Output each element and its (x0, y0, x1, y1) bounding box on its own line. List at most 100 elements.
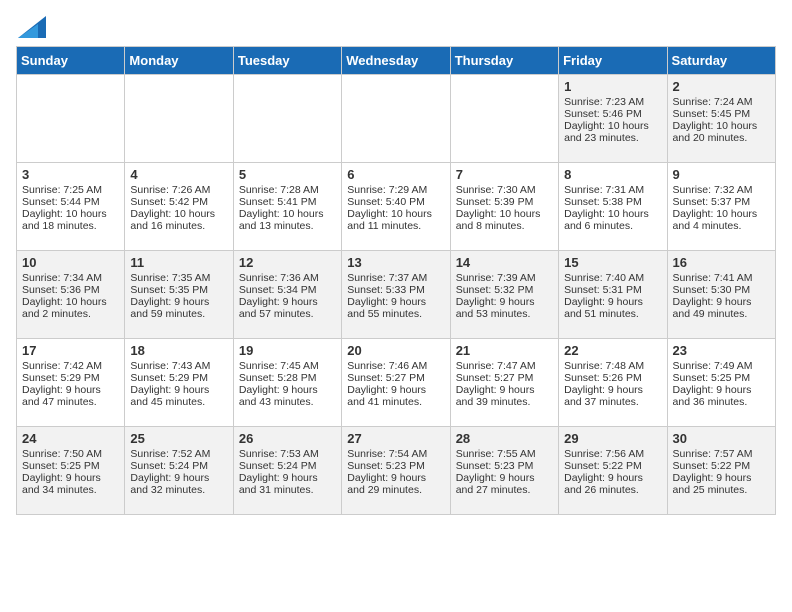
day-number: 29 (564, 431, 661, 446)
sunrise-text: Sunrise: 7:36 AM (239, 272, 336, 284)
calendar-cell: 26Sunrise: 7:53 AMSunset: 5:24 PMDayligh… (233, 427, 341, 515)
calendar-cell: 29Sunrise: 7:56 AMSunset: 5:22 PMDayligh… (559, 427, 667, 515)
calendar-cell: 28Sunrise: 7:55 AMSunset: 5:23 PMDayligh… (450, 427, 558, 515)
calendar-cell: 20Sunrise: 7:46 AMSunset: 5:27 PMDayligh… (342, 339, 450, 427)
sunrise-text: Sunrise: 7:25 AM (22, 184, 119, 196)
sunset-text: Sunset: 5:42 PM (130, 196, 227, 208)
logo (16, 16, 46, 34)
day-number: 26 (239, 431, 336, 446)
sunrise-text: Sunrise: 7:35 AM (130, 272, 227, 284)
calendar-cell: 22Sunrise: 7:48 AMSunset: 5:26 PMDayligh… (559, 339, 667, 427)
calendar-cell: 25Sunrise: 7:52 AMSunset: 5:24 PMDayligh… (125, 427, 233, 515)
sunrise-text: Sunrise: 7:23 AM (564, 96, 661, 108)
daylight-text: Daylight: 9 hours and 43 minutes. (239, 384, 336, 408)
calendar-cell (125, 75, 233, 163)
sunrise-text: Sunrise: 7:30 AM (456, 184, 553, 196)
day-number: 1 (564, 79, 661, 94)
daylight-text: Daylight: 9 hours and 34 minutes. (22, 472, 119, 496)
daylight-text: Daylight: 9 hours and 32 minutes. (130, 472, 227, 496)
sunrise-text: Sunrise: 7:52 AM (130, 448, 227, 460)
day-header-tuesday: Tuesday (233, 47, 341, 75)
day-number: 27 (347, 431, 444, 446)
calendar-cell: 24Sunrise: 7:50 AMSunset: 5:25 PMDayligh… (17, 427, 125, 515)
day-number: 23 (673, 343, 770, 358)
calendar-week-row: 17Sunrise: 7:42 AMSunset: 5:29 PMDayligh… (17, 339, 776, 427)
daylight-text: Daylight: 9 hours and 29 minutes. (347, 472, 444, 496)
calendar-cell: 13Sunrise: 7:37 AMSunset: 5:33 PMDayligh… (342, 251, 450, 339)
day-header-monday: Monday (125, 47, 233, 75)
calendar-cell: 5Sunrise: 7:28 AMSunset: 5:41 PMDaylight… (233, 163, 341, 251)
calendar-cell: 18Sunrise: 7:43 AMSunset: 5:29 PMDayligh… (125, 339, 233, 427)
day-header-saturday: Saturday (667, 47, 775, 75)
page-header (16, 16, 776, 34)
calendar-cell: 19Sunrise: 7:45 AMSunset: 5:28 PMDayligh… (233, 339, 341, 427)
calendar-cell: 14Sunrise: 7:39 AMSunset: 5:32 PMDayligh… (450, 251, 558, 339)
sunset-text: Sunset: 5:30 PM (673, 284, 770, 296)
calendar-cell: 3 Sunrise: 7:25 AMSunset: 5:44 PMDaylight… (17, 163, 125, 251)
sunrise-text: Sunrise: 7:57 AM (673, 448, 770, 460)
calendar-cell: 27Sunrise: 7:54 AMSunset: 5:23 PMDayligh… (342, 427, 450, 515)
calendar-table: SundayMondayTuesdayWednesdayThursdayFrid… (16, 46, 776, 515)
daylight-text: Daylight: 9 hours and 51 minutes. (564, 296, 661, 320)
sunset-text: Sunset: 5:46 PM (564, 108, 661, 120)
daylight-text: Daylight: 10 hours and 2 minutes. (22, 296, 119, 320)
day-header-sunday: Sunday (17, 47, 125, 75)
calendar-cell: 6Sunrise: 7:29 AMSunset: 5:40 PMDaylight… (342, 163, 450, 251)
day-number: 14 (456, 255, 553, 270)
calendar-cell: 21Sunrise: 7:47 AMSunset: 5:27 PMDayligh… (450, 339, 558, 427)
calendar-header-row: SundayMondayTuesdayWednesdayThursdayFrid… (17, 47, 776, 75)
day-number: 8 (564, 167, 661, 182)
calendar-cell: 2Sunrise: 7:24 AMSunset: 5:45 PMDaylight… (667, 75, 775, 163)
sunset-text: Sunset: 5:36 PM (22, 284, 119, 296)
sunset-text: Sunset: 5:27 PM (347, 372, 444, 384)
sunset-text: Sunset: 5:22 PM (564, 460, 661, 472)
daylight-text: Daylight: 9 hours and 36 minutes. (673, 384, 770, 408)
calendar-cell: 1Sunrise: 7:23 AMSunset: 5:46 PMDaylight… (559, 75, 667, 163)
day-header-friday: Friday (559, 47, 667, 75)
day-number: 21 (456, 343, 553, 358)
calendar-cell: 4Sunrise: 7:26 AMSunset: 5:42 PMDaylight… (125, 163, 233, 251)
day-number: 28 (456, 431, 553, 446)
calendar-week-row: 3Sunrise: 7:25 AMSunset: 5:44 PMDaylight… (17, 163, 776, 251)
day-number: 11 (130, 255, 227, 270)
day-number: 5 (239, 167, 336, 182)
daylight-text: Daylight: 9 hours and 25 minutes. (673, 472, 770, 496)
day-number: 25 (130, 431, 227, 446)
sunrise-text: Sunrise: 7:31 AM (564, 184, 661, 196)
daylight-text: Daylight: 9 hours and 55 minutes. (347, 296, 444, 320)
sunset-text: Sunset: 5:29 PM (22, 372, 119, 384)
sunset-text: Sunset: 5:45 PM (673, 108, 770, 120)
calendar-cell: 8Sunrise: 7:31 AMSunset: 5:38 PMDaylight… (559, 163, 667, 251)
sunset-text: Sunset: 5:22 PM (673, 460, 770, 472)
sunrise-text: Sunrise: 7:54 AM (347, 448, 444, 460)
day-number: 12 (239, 255, 336, 270)
sunrise-text: Sunrise: 7:49 AM (673, 360, 770, 372)
sunrise-text: Sunrise: 7:55 AM (456, 448, 553, 460)
sunrise-text: Sunrise: 7:50 AM (22, 448, 119, 460)
day-number: 24 (22, 431, 119, 446)
sunset-text: Sunset: 5:38 PM (564, 196, 661, 208)
daylight-text: Daylight: 9 hours and 27 minutes. (456, 472, 553, 496)
sunrise-text: Sunrise: 7:34 AM (22, 272, 119, 284)
sunrise-text: Sunrise: 7:32 AM (673, 184, 770, 196)
calendar-cell: 11Sunrise: 7:35 AMSunset: 5:35 PMDayligh… (125, 251, 233, 339)
logo-icon (18, 16, 46, 38)
daylight-text: Daylight: 9 hours and 59 minutes. (130, 296, 227, 320)
day-number: 7 (456, 167, 553, 182)
sunset-text: Sunset: 5:31 PM (564, 284, 661, 296)
sunrise-text: Sunrise: 7:26 AM (130, 184, 227, 196)
daylight-text: Daylight: 10 hours and 18 minutes. (22, 208, 119, 232)
sunset-text: Sunset: 5:44 PM (22, 196, 119, 208)
sunset-text: Sunset: 5:25 PM (673, 372, 770, 384)
day-number: 13 (347, 255, 444, 270)
daylight-text: Daylight: 10 hours and 4 minutes. (673, 208, 770, 232)
day-number: 15 (564, 255, 661, 270)
sunrise-text: Sunrise: 7:47 AM (456, 360, 553, 372)
sunrise-text: Sunrise: 7:56 AM (564, 448, 661, 460)
sunrise-text: Sunrise: 7:45 AM (239, 360, 336, 372)
calendar-week-row: 10Sunrise: 7:34 AMSunset: 5:36 PMDayligh… (17, 251, 776, 339)
sunrise-text: Sunrise: 7:28 AM (239, 184, 336, 196)
day-number: 3 (22, 167, 119, 182)
sunrise-text: Sunrise: 7:39 AM (456, 272, 553, 284)
sunrise-text: Sunrise: 7:46 AM (347, 360, 444, 372)
